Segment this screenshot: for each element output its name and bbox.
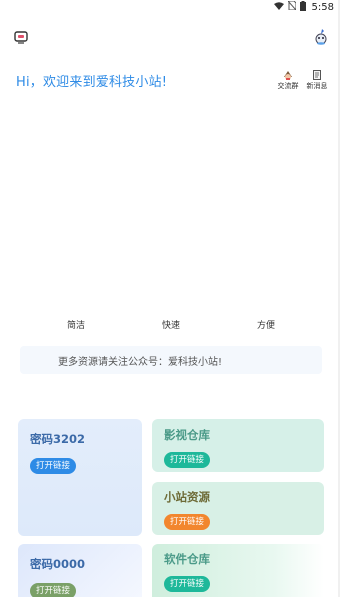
sim-off-icon [287, 0, 297, 13]
card-title: 影视仓库 [164, 428, 210, 442]
open-link-button[interactable]: 打开链接 [164, 452, 211, 468]
new-message-button[interactable]: 新消息 [302, 66, 332, 94]
battery-icon [299, 0, 306, 14]
card-password-3202[interactable]: 密码3202 打开链接 [18, 419, 142, 536]
feature-fast: 快速 [161, 321, 180, 331]
feature-simple: 简洁 [66, 321, 85, 331]
card-movie-warehouse[interactable]: 影视仓库 打开链接 [152, 419, 324, 472]
mascot-icon[interactable] [313, 27, 329, 45]
status-bar: 5:58 [0, 0, 340, 14]
card-title: 小站资源 [164, 490, 210, 504]
notice-text: 更多资源请关注公众号：爱科技小站! [58, 356, 223, 368]
card-station-resources[interactable]: 小站资源 打开链接 [152, 482, 324, 535]
greeting-text: Hi，欢迎来到爱科技小站! [16, 75, 168, 90]
card-title: 密码0000 [30, 557, 86, 571]
wifi-icon [273, 1, 284, 13]
tv-icon[interactable] [14, 29, 28, 44]
feature-convenient: 方便 [256, 321, 275, 331]
group-chat-button[interactable]: 交流群 [273, 66, 303, 94]
new-message-label: 新消息 [306, 82, 328, 90]
card-title: 密码3202 [30, 432, 86, 446]
card-software-warehouse[interactable]: 软件仓库 打开链接 [152, 544, 324, 597]
message-icon [311, 66, 323, 80]
open-link-button[interactable]: 打开链接 [30, 458, 77, 474]
group-chat-icon [282, 66, 294, 80]
open-link-button[interactable]: 打开链接 [30, 583, 77, 597]
notice-bar: 更多资源请关注公众号：爱科技小站! [20, 346, 322, 374]
card-password-0000[interactable]: 密码0000 打开链接 [18, 544, 142, 597]
open-link-button[interactable]: 打开链接 [164, 514, 211, 530]
status-time: 5:58 [311, 1, 334, 13]
card-title: 软件仓库 [164, 552, 210, 566]
open-link-button[interactable]: 打开链接 [164, 576, 211, 592]
group-chat-label: 交流群 [277, 82, 299, 90]
